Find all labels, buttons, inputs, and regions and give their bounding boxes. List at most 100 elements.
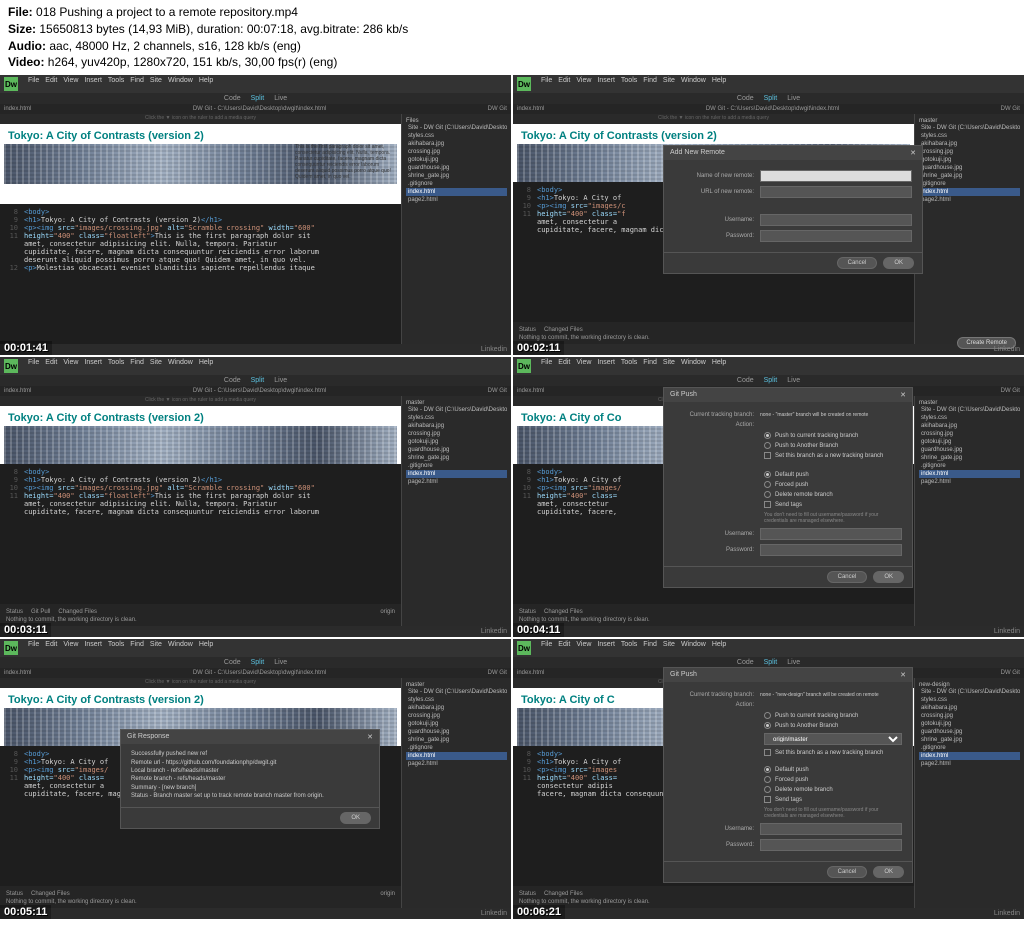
file-tree-item[interactable]: crossing.jpg bbox=[919, 712, 1020, 720]
menu-item[interactable]: Find bbox=[130, 359, 144, 373]
menu-item[interactable]: Site bbox=[150, 641, 162, 655]
menu-item[interactable]: Site bbox=[663, 359, 675, 373]
file-tree-item[interactable]: .gitignore bbox=[919, 180, 1020, 188]
file-tree-item[interactable]: page2.html bbox=[919, 760, 1020, 768]
remote-url-input[interactable] bbox=[760, 186, 912, 198]
delete-remote-radio[interactable] bbox=[764, 491, 771, 498]
menu-item[interactable]: View bbox=[63, 359, 78, 373]
ok-button[interactable]: OK bbox=[883, 257, 914, 269]
file-tree-item[interactable]: .gitignore bbox=[919, 744, 1020, 752]
menu-item[interactable]: Window bbox=[168, 359, 193, 373]
menu-item[interactable]: Insert bbox=[597, 77, 615, 91]
menu-item[interactable]: Insert bbox=[84, 359, 102, 373]
menu-item[interactable]: Find bbox=[643, 641, 657, 655]
forced-push-radio[interactable] bbox=[764, 481, 771, 488]
menu-item[interactable]: Help bbox=[712, 641, 726, 655]
file-tree-item[interactable]: .gitignore bbox=[406, 744, 507, 752]
menu-item[interactable]: File bbox=[28, 77, 39, 91]
ok-button[interactable]: OK bbox=[873, 571, 904, 583]
menu-item[interactable]: Window bbox=[681, 359, 706, 373]
menu-item[interactable]: File bbox=[28, 641, 39, 655]
file-tree-item[interactable]: page2.html bbox=[919, 196, 1020, 204]
menu-item[interactable]: View bbox=[576, 77, 591, 91]
menu-item[interactable]: Tools bbox=[108, 359, 124, 373]
menu-item[interactable]: View bbox=[576, 359, 591, 373]
menu-item[interactable]: Edit bbox=[45, 359, 57, 373]
file-tree-item[interactable]: shrine_gate.jpg bbox=[406, 454, 507, 462]
menu-item[interactable]: File bbox=[541, 77, 552, 91]
menu-item[interactable]: Insert bbox=[597, 641, 615, 655]
file-tree-item[interactable]: crossing.jpg bbox=[919, 430, 1020, 438]
file-tree-item[interactable]: akihabara.jpg bbox=[406, 704, 507, 712]
file-tree-item[interactable]: akihabara.jpg bbox=[919, 140, 1020, 148]
file-tree-item[interactable]: akihabara.jpg bbox=[406, 140, 507, 148]
file-tree-item[interactable]: akihabara.jpg bbox=[919, 704, 1020, 712]
menu-item[interactable]: View bbox=[63, 77, 78, 91]
menu-item[interactable]: Edit bbox=[558, 77, 570, 91]
menu-item[interactable]: Window bbox=[168, 641, 193, 655]
menu-item[interactable]: Edit bbox=[558, 359, 570, 373]
menu-item[interactable]: Find bbox=[643, 77, 657, 91]
file-tree-item[interactable]: .gitignore bbox=[406, 180, 507, 188]
file-tree-item[interactable]: index.html bbox=[919, 470, 1020, 478]
file-tree-item[interactable]: shrine_gate.jpg bbox=[406, 172, 507, 180]
file-tree-item[interactable]: crossing.jpg bbox=[406, 712, 507, 720]
file-tree-item[interactable]: guardhouse.jpg bbox=[406, 164, 507, 172]
close-icon[interactable]: ✕ bbox=[900, 671, 906, 679]
file-tree-item[interactable]: index.html bbox=[406, 188, 507, 196]
menu-item[interactable]: Help bbox=[199, 641, 213, 655]
menu-item[interactable]: Find bbox=[130, 641, 144, 655]
password-input[interactable] bbox=[760, 230, 912, 242]
file-tree-item[interactable]: shrine_gate.jpg bbox=[919, 172, 1020, 180]
branch-select[interactable]: origin/master bbox=[764, 733, 902, 745]
file-tree-item[interactable]: index.html bbox=[406, 752, 507, 760]
ok-button[interactable]: OK bbox=[873, 866, 904, 878]
menu-item[interactable]: Window bbox=[681, 77, 706, 91]
close-icon[interactable]: ✕ bbox=[900, 391, 906, 399]
cancel-button[interactable]: Cancel bbox=[827, 571, 868, 583]
file-tree-item[interactable]: gotokuji.jpg bbox=[919, 156, 1020, 164]
menu-item[interactable]: Tools bbox=[108, 77, 124, 91]
menu-item[interactable]: Insert bbox=[84, 641, 102, 655]
file-tree-item[interactable]: crossing.jpg bbox=[406, 148, 507, 156]
menu-item[interactable]: View bbox=[576, 641, 591, 655]
username-input[interactable] bbox=[760, 214, 912, 226]
menu-item[interactable]: Tools bbox=[621, 359, 637, 373]
file-tree-item[interactable]: shrine_gate.jpg bbox=[406, 736, 507, 744]
menu-item[interactable]: View bbox=[63, 641, 78, 655]
file-tree-item[interactable]: crossing.jpg bbox=[406, 430, 507, 438]
file-tree-item[interactable]: styles.css bbox=[919, 414, 1020, 422]
push-current-radio[interactable] bbox=[764, 432, 771, 439]
files-panel[interactable]: Files Site - DW Git (C:\Users\David\Desk… bbox=[401, 114, 511, 344]
file-tree-item[interactable]: gotokuji.jpg bbox=[919, 720, 1020, 728]
file-tree-item[interactable]: page2.html bbox=[919, 478, 1020, 486]
menu-item[interactable]: Find bbox=[643, 359, 657, 373]
file-tree-item[interactable]: gotokuji.jpg bbox=[406, 438, 507, 446]
file-tree-item[interactable]: akihabara.jpg bbox=[919, 422, 1020, 430]
menu-item[interactable]: Window bbox=[681, 641, 706, 655]
file-tree-item[interactable]: guardhouse.jpg bbox=[919, 728, 1020, 736]
menu-item[interactable]: Help bbox=[712, 77, 726, 91]
file-tree-item[interactable]: index.html bbox=[406, 470, 507, 478]
menu-item[interactable]: Edit bbox=[45, 641, 57, 655]
file-tree-item[interactable]: crossing.jpg bbox=[919, 148, 1020, 156]
menu-item[interactable]: Help bbox=[199, 359, 213, 373]
file-tree-item[interactable]: akihabara.jpg bbox=[406, 422, 507, 430]
file-tree-item[interactable]: gotokuji.jpg bbox=[406, 156, 507, 164]
file-tree-item[interactable]: index.html bbox=[919, 752, 1020, 760]
send-tags-checkbox[interactable] bbox=[764, 501, 771, 508]
default-push-radio[interactable] bbox=[764, 471, 771, 478]
file-tree-item[interactable]: styles.css bbox=[919, 696, 1020, 704]
file-tree-item[interactable]: .gitignore bbox=[919, 462, 1020, 470]
file-tree-item[interactable]: styles.css bbox=[406, 696, 507, 704]
close-icon[interactable]: ✕ bbox=[367, 733, 373, 741]
cancel-button[interactable]: Cancel bbox=[837, 257, 878, 269]
menu-item[interactable]: Edit bbox=[45, 77, 57, 91]
menu-item[interactable]: Help bbox=[199, 77, 213, 91]
remote-name-input[interactable] bbox=[760, 170, 912, 182]
menu-item[interactable]: File bbox=[28, 359, 39, 373]
file-tree-item[interactable]: guardhouse.jpg bbox=[406, 728, 507, 736]
close-icon[interactable]: ✕ bbox=[910, 149, 916, 157]
menu-item[interactable]: Help bbox=[712, 359, 726, 373]
menu-item[interactable]: Site bbox=[663, 641, 675, 655]
